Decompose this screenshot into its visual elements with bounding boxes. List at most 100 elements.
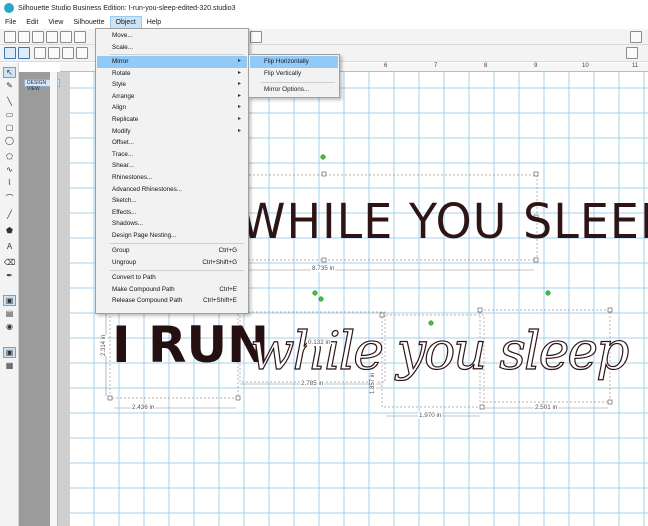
menu-arrange-label: Arrange <box>112 92 135 100</box>
save-icon[interactable] <box>46 31 58 43</box>
ruler-number: 8 <box>484 63 488 69</box>
menu-make-compound-path[interactable]: Make Compound Path Ctrl+E <box>97 284 247 296</box>
menu-align-label: Align <box>112 104 127 112</box>
print-icon[interactable] <box>60 31 72 43</box>
fill-panel-icon[interactable]: ▣ <box>3 295 16 306</box>
headline-text[interactable]: WHILE YOU SLEEP <box>240 193 648 250</box>
script-text[interactable]: while you sleep <box>249 321 630 382</box>
text-tool-icon[interactable]: A <box>3 241 16 252</box>
rotate-handle-icon[interactable] <box>318 296 324 302</box>
knife-tool-icon[interactable]: ╱ <box>3 209 16 220</box>
menu-flip-vertically[interactable]: Flip Vertically <box>250 68 338 80</box>
menu-flip-horizontally[interactable]: Flip Horizontally <box>250 56 338 68</box>
ruler-number: 6 <box>384 63 388 69</box>
rectangle-tool-icon[interactable]: ▭ <box>3 109 16 120</box>
freehand-tool-icon[interactable]: ⌇ <box>3 177 16 188</box>
rounded-rect-icon[interactable]: ▢ <box>3 122 16 133</box>
open-file-icon[interactable] <box>18 31 30 43</box>
curve-tool-icon[interactable]: ∿ <box>3 164 16 175</box>
shape-tool-icon[interactable]: ⬟ <box>3 225 16 236</box>
menu-style[interactable]: Style ▸ <box>97 79 247 91</box>
menu-align[interactable]: Align ▸ <box>97 102 247 114</box>
send-view-icon[interactable]: ▦ <box>3 360 16 371</box>
menu-replicate[interactable]: Replicate ▸ <box>97 114 247 126</box>
menu-sketch[interactable]: Sketch... <box>97 195 247 207</box>
menu-offset[interactable]: Offset... <box>97 137 247 149</box>
design-view-icon[interactable]: ▣ <box>3 347 16 358</box>
menu-shadows[interactable]: Shadows... <box>97 218 247 230</box>
menu-mirror-options[interactable]: Mirror Options... <box>250 84 338 96</box>
irun-text[interactable]: I RUN <box>112 316 269 374</box>
menu-rotate-label: Rotate <box>112 69 131 77</box>
menu-shear-label: Shear... <box>112 162 134 170</box>
flip-horizontally-label: Flip Horizontally <box>264 58 309 65</box>
left-toolbar: ↖ ✎ ╲ ▭ ▢ ◯ ⬠ ∿ ⌇ ⌒ ╱ ⬟ A ⌫ ✒ ▣ ▤ ◉ ▣ ▦ <box>0 63 19 526</box>
menu-ungroup[interactable]: Ungroup Ctrl+Shift+G <box>97 257 247 269</box>
group-icon[interactable] <box>34 47 46 59</box>
menu-edit[interactable]: Edit <box>21 16 43 29</box>
menu-style-label: Style <box>112 81 126 89</box>
menu-offset-label: Offset... <box>112 139 134 147</box>
ellipse-tool-icon[interactable]: ◯ <box>3 135 16 146</box>
menu-effects[interactable]: Effects... <box>97 207 247 219</box>
menu-group[interactable]: Group Ctrl+G <box>97 245 247 257</box>
menu-rotate[interactable]: Rotate ▸ <box>97 68 247 80</box>
compound-icon[interactable] <box>62 47 74 59</box>
menu-make-compound-shortcut: Ctrl+E <box>219 285 237 293</box>
select-tool-icon[interactable]: ↖ <box>3 67 16 78</box>
menu-shear[interactable]: Shear... <box>97 160 247 172</box>
eraser-icon[interactable] <box>630 31 642 43</box>
menu-mirror[interactable]: Mirror ▸ <box>97 56 247 68</box>
menu-scale[interactable]: Scale... <box>97 42 247 54</box>
duplicate-icon[interactable] <box>76 47 88 59</box>
eraser-tool-icon[interactable]: ⌫ <box>3 257 16 268</box>
submenu-arrow-icon: ▸ <box>237 69 241 76</box>
new-document-icon[interactable] <box>4 31 16 43</box>
library-icon[interactable] <box>32 31 44 43</box>
panel-toggle-icon[interactable] <box>626 47 638 59</box>
menu-trace[interactable]: Trace... <box>97 149 247 161</box>
ungroup-icon[interactable] <box>48 47 60 59</box>
menu-release-compound-path[interactable]: Release Compound Path Ctrl+Shift+E <box>97 295 247 307</box>
silhouette-app-icon <box>4 3 14 13</box>
you-height-label: 1.857 in <box>370 372 376 394</box>
menu-file[interactable]: File <box>0 16 21 29</box>
submenu-arrow-icon: ▸ <box>237 104 241 111</box>
ruler-number: 11 <box>632 63 639 69</box>
menu-separator <box>110 270 244 271</box>
polygon-tool-icon[interactable]: ⬠ <box>3 151 16 162</box>
menu-advanced-rhinestones-label: Advanced Rhinestones... <box>112 185 183 193</box>
menu-rhinestones[interactable]: Rhinestones... <box>97 172 247 184</box>
menu-trace-label: Trace... <box>112 150 134 158</box>
submenu-arrow-icon: ▸ <box>237 127 241 134</box>
rotate-handle-icon[interactable] <box>545 290 551 296</box>
menu-release-compound-label: Release Compound Path <box>112 297 183 305</box>
smooth-tool-icon[interactable]: ⌒ <box>3 193 16 204</box>
edit-points-icon[interactable]: ✎ <box>3 80 16 91</box>
select-all-icon[interactable] <box>4 47 16 59</box>
eyedropper-icon[interactable]: ✒ <box>3 270 16 281</box>
menu-move[interactable]: Move... <box>97 30 247 42</box>
rotate-handle-icon[interactable] <box>320 154 326 160</box>
while-width-label: 2.785 in <box>300 380 325 387</box>
menu-advanced-rhinestones[interactable]: Advanced Rhinestones... <box>97 184 247 196</box>
menu-design-page-nesting[interactable]: Design Page Nesting... <box>97 230 247 242</box>
ruler-number: 7 <box>434 63 438 69</box>
title-bar: Silhouette Studio Business Edition: I-ru… <box>0 0 648 16</box>
layers-panel-icon[interactable]: ◉ <box>3 321 16 332</box>
menu-view[interactable]: View <box>43 16 68 29</box>
line-panel-icon[interactable]: ▤ <box>3 308 16 319</box>
cut-icon[interactable] <box>74 31 86 43</box>
menu-modify[interactable]: Modify ▸ <box>97 126 247 138</box>
menu-arrange[interactable]: Arrange ▸ <box>97 91 247 103</box>
rotate-handle-icon[interactable] <box>312 290 318 296</box>
line-tool-icon[interactable]: ╲ <box>3 96 16 107</box>
grid-select-icon[interactable] <box>250 31 262 43</box>
menu-convert-to-path[interactable]: Convert to Path <box>97 272 247 284</box>
sleep-width-label: 2.501 in <box>534 404 559 411</box>
menu-nesting-label: Design Page Nesting... <box>112 232 177 239</box>
you-width-label: 1.970 in <box>418 412 443 419</box>
irun-height-label: 2.314 in <box>101 334 107 356</box>
deselect-icon[interactable] <box>18 47 30 59</box>
menu-release-compound-shortcut: Ctrl+Shift+E <box>203 297 237 305</box>
